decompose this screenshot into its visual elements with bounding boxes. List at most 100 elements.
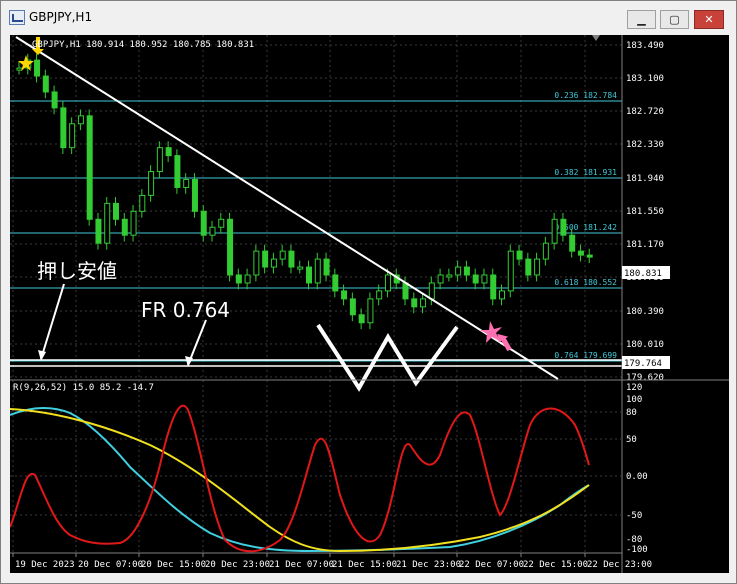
candle-body: [174, 155, 181, 188]
candle-body: [235, 274, 242, 284]
w-pattern: [316, 323, 459, 392]
fib-label: 0.618 180.552: [554, 278, 617, 287]
indicator-tick: 0.00: [626, 472, 648, 482]
time-tick: 21 Dec 23:00: [396, 560, 461, 570]
indicator-tick: 80: [626, 408, 637, 418]
candle-body: [481, 274, 488, 284]
indicator-tick: 120: [626, 383, 642, 393]
candle-body: [384, 274, 391, 292]
fib-label: 0.764 179.699: [554, 351, 617, 360]
candle-body: [218, 218, 225, 228]
candle-body: [104, 202, 111, 244]
time-tick: 22 Dec 07:00: [459, 560, 524, 570]
fib-label: 0.236 182.784: [554, 91, 617, 100]
time-tick: 21 Dec 07:00: [269, 560, 334, 570]
candle-body: [560, 218, 567, 236]
indicator-red-line: [9, 404, 590, 553]
indicator-tick: 50: [626, 435, 637, 445]
candle-body: [183, 179, 190, 188]
candle-body: [130, 210, 137, 236]
candle-body: [499, 290, 505, 300]
time-tick: 19 Dec 2023: [15, 560, 75, 570]
candle-body: [525, 258, 532, 276]
candle-body: [586, 254, 593, 258]
indicator-yellow-line: [9, 408, 590, 553]
price-chart[interactable]: 0.236 182.7840.382 181.9310.500 181.2420…: [9, 35, 729, 573]
candle-body: [121, 218, 128, 236]
candle-body: [437, 274, 444, 284]
time-tick: 22 Dec 23:00: [587, 560, 652, 570]
maximize-button[interactable]: ▢: [660, 10, 689, 29]
price-tick: 181.940: [626, 174, 664, 184]
candle-body: [446, 274, 453, 278]
candle-body: [270, 258, 277, 268]
time-tick: 20 Dec 15:00: [141, 560, 206, 570]
time-tick: 20 Dec 23:00: [205, 560, 270, 570]
candle-body: [516, 250, 523, 260]
candle-body: [262, 250, 269, 268]
price-tick: 182.330: [626, 140, 664, 150]
indicator-tick: -50: [626, 511, 642, 521]
candle-body: [113, 202, 119, 220]
candle-body: [77, 115, 84, 125]
indicator-tick: -80: [626, 535, 642, 545]
time-tick: 22 Dec 15:00: [523, 560, 588, 570]
candle-body: [463, 266, 470, 276]
pushback-label: 押し安値: [37, 259, 117, 283]
candle-body: [542, 242, 549, 260]
price-tick: 182.720: [626, 107, 664, 117]
symbol-header: GBPJPY,H1 180.914 180.952 180.785 180.83…: [32, 40, 254, 50]
price-tick: 180.390: [626, 307, 664, 317]
candle-body: [551, 218, 558, 244]
candle-body: [86, 115, 93, 220]
indicator-tick: 100: [626, 395, 642, 405]
indicator-tick: -100: [626, 545, 648, 555]
candle-body: [534, 258, 541, 276]
candle-body: [42, 75, 49, 93]
candle-body: [420, 298, 427, 308]
candle-body: [569, 234, 576, 252]
close-button[interactable]: ✕: [694, 10, 724, 29]
fr-label: FR 0.764: [141, 298, 230, 322]
current-price: 180.831: [624, 269, 662, 279]
candle-body: [358, 314, 365, 324]
price-tick: 181.170: [626, 240, 664, 250]
trendline: [15, 36, 559, 380]
time-tick: 20 Dec 07:00: [78, 560, 143, 570]
title-bar[interactable]: GBPJPY,H1 ▁ ▢ ✕: [1, 1, 736, 33]
shift-marker-icon: [592, 35, 600, 41]
candle-body: [314, 258, 321, 284]
candle-body: [288, 250, 295, 268]
candle-body: [51, 91, 58, 109]
candle-body: [244, 274, 251, 284]
indicator-header: R(9,26,52) 15.0 85.2 -14.7: [13, 383, 154, 393]
candle-body: [472, 274, 479, 284]
candle-body: [191, 179, 198, 212]
candle-body: [323, 258, 330, 276]
candle-body: [577, 250, 584, 256]
candle-body: [200, 210, 207, 236]
fib-label: 0.382 181.931: [554, 168, 617, 177]
candle-body: [95, 218, 102, 244]
candle-body: [507, 250, 514, 292]
candle-body: [148, 171, 155, 196]
candle-body: [253, 250, 260, 276]
candle-body: [156, 147, 163, 173]
candle-body: [139, 194, 146, 212]
price-tick: 179.620: [626, 373, 664, 383]
minimize-button[interactable]: ▁: [627, 10, 656, 29]
chart-area[interactable]: 0.236 182.784 0.382 181.931 0.500 181.242 0…: [9, 35, 729, 573]
chart-window: GBPJPY,H1 ▁ ▢ ✕ 0.236 182.784 0.382 181.9…: [0, 0, 737, 584]
price-tick: 180.010: [626, 340, 664, 350]
candle-body: [332, 274, 339, 292]
candle-body: [376, 290, 383, 300]
price-tick: 183.490: [626, 41, 664, 51]
chart-window-icon: [9, 10, 25, 25]
candle-body: [60, 107, 67, 149]
candle-body: [455, 266, 462, 276]
candle-body: [297, 266, 304, 270]
candle-body: [306, 266, 312, 284]
candle-body: [279, 250, 286, 260]
candle-body: [367, 298, 374, 324]
candle-body: [209, 226, 216, 236]
